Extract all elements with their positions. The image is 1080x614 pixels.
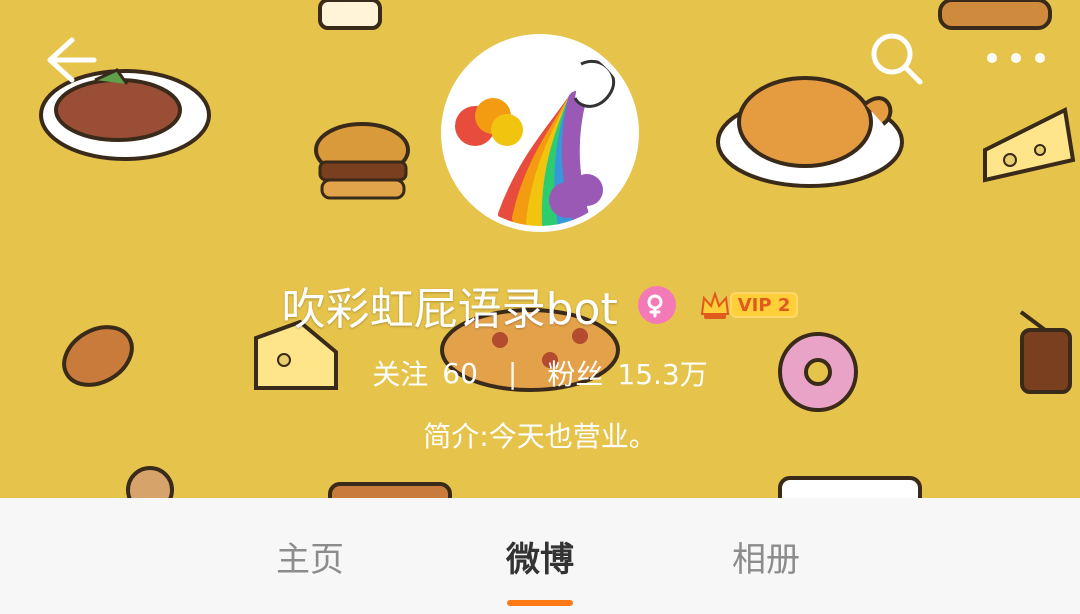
vip-level-label: VIP 2 bbox=[729, 292, 799, 318]
search-icon bbox=[871, 33, 923, 85]
back-button[interactable] bbox=[28, 20, 108, 100]
stats-separator: | bbox=[507, 356, 518, 390]
active-tab-underline bbox=[507, 600, 573, 606]
more-options-button[interactable] bbox=[980, 22, 1052, 94]
profile-name: 吹彩虹屁语录bot bbox=[281, 284, 618, 335]
gender-badge bbox=[637, 286, 676, 324]
cheese-illustration bbox=[983, 106, 1076, 183]
profile-name-row: 吹彩虹屁语录bot VIP 2 bbox=[0, 266, 1080, 344]
followers-label[interactable]: 粉丝 bbox=[547, 353, 603, 393]
following-count[interactable]: 60 bbox=[442, 357, 478, 390]
vip-badge[interactable]: VIP 2 bbox=[698, 288, 799, 322]
profile-stats: 关注 60 | 粉丝 15.3万 bbox=[0, 346, 1080, 400]
profile-tabs: 主页 微博 相册 bbox=[0, 498, 1080, 614]
tab-weibo[interactable]: 微博 bbox=[450, 498, 630, 614]
profile-avatar[interactable] bbox=[441, 34, 639, 232]
profile-bio: 简介:今天也营业。 bbox=[423, 420, 657, 453]
following-label[interactable]: 关注 bbox=[372, 353, 428, 393]
followers-count[interactable]: 15.3万 bbox=[617, 353, 707, 393]
profile-header: 吹彩虹屁语录bot VIP 2 关注 60 | 粉丝 15.3万 简介:今天也营… bbox=[0, 0, 1080, 498]
tab-album[interactable]: 相册 bbox=[676, 498, 856, 614]
tab-home[interactable]: 主页 bbox=[220, 498, 400, 614]
back-arrow-icon bbox=[47, 37, 97, 83]
bottom-items-illustration bbox=[126, 466, 922, 498]
unicorn-rainbow-avatar-image bbox=[447, 40, 633, 226]
more-options-icon bbox=[987, 53, 1045, 63]
burger-illustration bbox=[314, 122, 410, 200]
female-gender-icon bbox=[647, 294, 663, 318]
search-button[interactable] bbox=[860, 22, 932, 94]
crown-icon bbox=[700, 290, 729, 319]
